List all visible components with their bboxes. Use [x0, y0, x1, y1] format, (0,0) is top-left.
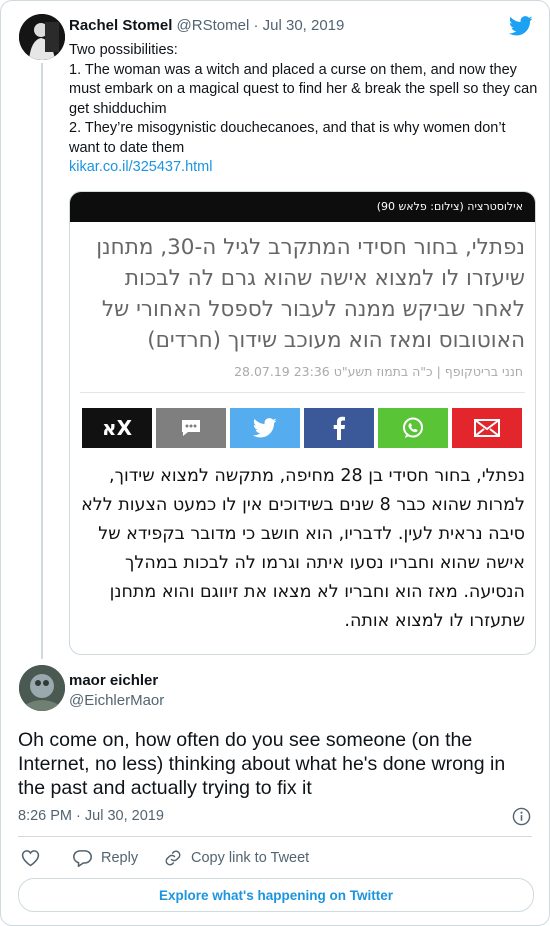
email-icon [474, 419, 500, 437]
article-screenshot[interactable]: אילוסטרציה (צילום: פלאש 90) נפתלי, בחור … [69, 191, 536, 655]
tweet-date[interactable]: Jul 30, 2019 [263, 17, 345, 34]
divider [80, 392, 525, 393]
tweet-link[interactable]: kikar.co.il/325437.html [69, 158, 539, 178]
copy-link-label: Copy link to Tweet [191, 850, 310, 866]
reply-button[interactable]: Reply [73, 849, 138, 867]
tweet-line: Two possibilities: [69, 42, 178, 58]
link-icon [165, 850, 181, 866]
comment-icon [182, 420, 200, 436]
profile-photo [19, 14, 65, 60]
email-share-button[interactable] [452, 408, 522, 448]
tweet-timestamp[interactable]: 8:26 PM · Jul 30, 2019 [18, 808, 164, 824]
kikar-logo: אX [102, 416, 132, 440]
twitter-bird-icon[interactable] [509, 15, 533, 37]
heart-icon [21, 850, 40, 867]
avatar[interactable] [19, 665, 65, 711]
info-icon[interactable] [512, 807, 531, 826]
divider [18, 836, 532, 837]
article-title: נפתלי, בחור חסידי המתקרב לגיל ה-30, מתחנ… [96, 235, 525, 353]
author-handle[interactable]: @RStomel [177, 17, 250, 34]
twitter-icon [253, 418, 277, 438]
kikar-share-button[interactable]: אX [82, 408, 152, 448]
separator-dot: · [253, 17, 259, 34]
author-name[interactable]: Rachel Stomel [69, 17, 172, 34]
article-image-strip: אילוסטרציה (צילום: פלאש 90) [70, 192, 535, 222]
tweet-card: Rachel Stomel @RStomel · Jul 30, 2019 Tw… [0, 0, 550, 926]
whatsapp-icon [403, 417, 423, 438]
tweet-line: 2. They’re misogynistic douchecanoes, an… [69, 120, 506, 156]
twitter-share-button[interactable] [230, 408, 300, 448]
reply-label: Reply [101, 850, 139, 866]
tweet-text: Oh come on, how often do you see someone… [18, 729, 506, 799]
thread-line [41, 63, 43, 659]
explore-button[interactable]: Explore what's happening on Twitter [18, 878, 534, 912]
share-bar: אX [82, 408, 522, 448]
copy-link-button[interactable]: Copy link to Tweet [164, 849, 309, 867]
comment-share-button[interactable] [156, 408, 226, 448]
profile-photo [19, 665, 65, 711]
reply-icon [73, 850, 92, 867]
tweet-text: Two possibilities: 1. The woman was a wi… [69, 41, 539, 178]
tweet-header: Rachel Stomel @RStomel · Jul 30, 2019 [69, 17, 344, 34]
avatar[interactable] [19, 14, 65, 60]
tweet-line: 1. The woman was a witch and placed a cu… [69, 61, 538, 117]
whatsapp-share-button[interactable] [378, 408, 448, 448]
article-body: נפתלי, בחור חסידי בן 28 מחיפה, מתקשה למצ… [81, 466, 525, 631]
author-handle[interactable]: @EichlerMaor [69, 692, 164, 709]
photo-caption: אילוסטרציה (צילום: פלאש 90) [376, 200, 523, 213]
author-name[interactable]: maor eichler [69, 672, 158, 689]
article-meta: חנני בריטקופף | כ"ה בתמוז תשע"ט 23:36 28… [234, 364, 523, 379]
facebook-share-button[interactable] [304, 408, 374, 448]
facebook-icon [333, 416, 345, 440]
like-button[interactable] [21, 849, 40, 867]
